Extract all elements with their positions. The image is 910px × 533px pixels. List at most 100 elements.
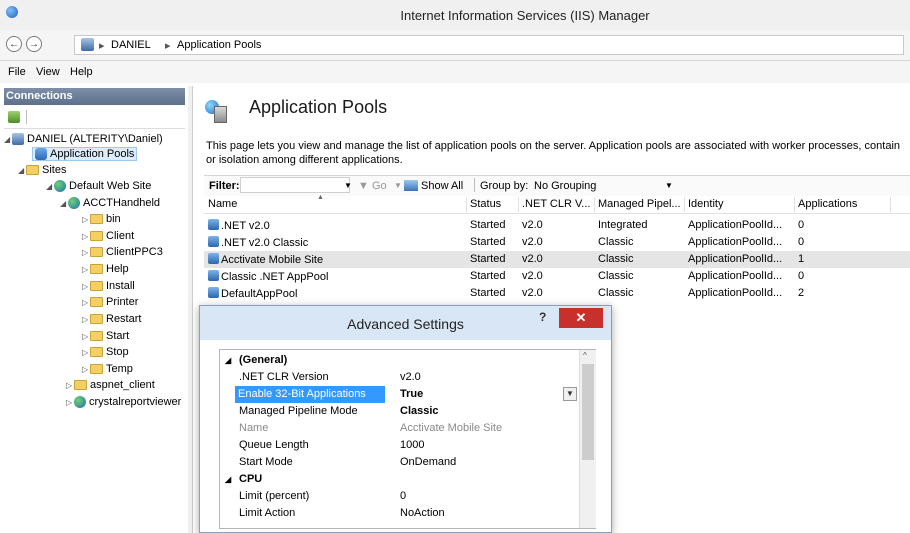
tree-item-folder[interactable]: ▷ aspnet_client (66, 379, 155, 391)
column-header-applications[interactable]: Applications (798, 198, 857, 210)
collapse-icon[interactable]: ◢ (46, 182, 54, 191)
go-dropdown-icon[interactable]: ▼ (394, 181, 402, 190)
property-grid: ◢ (General) .NET CLR Version v2.0 Enable… (219, 349, 596, 529)
expand-icon[interactable]: ▷ (82, 248, 90, 257)
property-row[interactable]: Limit (percent) 0 (220, 488, 580, 505)
menu-file[interactable]: File (8, 66, 26, 78)
tree-item-folder[interactable]: ▷ bin (82, 213, 121, 225)
tree-item-folder[interactable]: ▷ Help (82, 263, 129, 275)
page-description: This page lets you view and manage the l… (206, 140, 901, 166)
table-row[interactable]: DefaultAppPool Started v2.0 Classic Appl… (204, 285, 910, 302)
table-row[interactable]: Classic .NET AppPool Started v2.0 Classi… (204, 268, 910, 285)
expand-icon[interactable]: ▷ (82, 348, 90, 357)
window-title: Internet Information Services (IIS) Mana… (400, 8, 650, 23)
tree-item-server[interactable]: ◢ DANIEL (ALTERITY\Daniel) (4, 133, 163, 146)
collapse-icon[interactable]: ◢ (60, 199, 68, 208)
tree-item-sites[interactable]: ◢ Sites (18, 164, 66, 176)
dialog-title: Advanced Settings (347, 316, 464, 332)
tree-item-accthandheld[interactable]: ◢ ACCTHandheld (60, 197, 160, 210)
expand-icon[interactable]: ▷ (82, 215, 90, 224)
show-all-button[interactable]: Show All (421, 180, 463, 192)
collapse-icon[interactable]: ◢ (225, 356, 231, 365)
property-value-select[interactable]: True (400, 388, 423, 400)
close-button[interactable]: ✕ (559, 308, 603, 328)
globe-icon (54, 180, 66, 193)
scroll-up-icon[interactable]: ^ (583, 351, 587, 360)
expand-icon[interactable]: ▷ (82, 298, 90, 307)
tree-item-folder[interactable]: ▷ Restart (82, 313, 141, 325)
menu-help[interactable]: Help (70, 66, 93, 78)
expand-icon[interactable]: ▷ (82, 282, 90, 291)
connections-header: Connections (4, 88, 185, 105)
connect-icon[interactable] (8, 111, 20, 123)
app-pool-icon (208, 270, 219, 281)
folder-icon (90, 231, 103, 242)
collapse-icon[interactable]: ◢ (225, 475, 231, 484)
panel-splitter[interactable] (188, 86, 193, 533)
property-row[interactable]: Managed Pipeline Mode Classic (220, 403, 580, 420)
column-header-identity[interactable]: Identity (688, 198, 723, 210)
tree-item-folder[interactable]: ▷ Client (82, 230, 134, 242)
tree-item-crystalreportviewer[interactable]: ▷ crystalreportviewer (66, 396, 181, 409)
expand-icon[interactable]: ▷ (66, 381, 74, 390)
filter-dropdown-icon[interactable]: ▼ (344, 181, 352, 190)
breadcrumb-app-pools[interactable]: Application Pools (177, 39, 261, 51)
property-category[interactable]: ◢ (General) (220, 352, 580, 369)
expand-icon[interactable]: ▷ (82, 365, 90, 374)
expand-icon[interactable]: ▷ (66, 398, 74, 407)
property-row[interactable]: Start Mode OnDemand (220, 454, 580, 471)
expand-icon[interactable]: ▷ (82, 315, 90, 324)
tree-item-folder[interactable]: ▷ Start (82, 330, 129, 342)
tree-item-application-pools[interactable]: Application Pools (32, 147, 138, 162)
column-header-clr[interactable]: .NET CLR V... (522, 198, 590, 210)
tree-item-folder[interactable]: ▷ ClientPPC3 (82, 246, 163, 258)
property-row[interactable]: Limit Action NoAction (220, 505, 580, 522)
forward-button[interactable]: → (26, 36, 42, 52)
scrollbar-thumb[interactable] (582, 364, 594, 460)
property-row[interactable]: .NET CLR Version v2.0 (220, 369, 580, 386)
group-by-label: Group by: (480, 180, 529, 192)
address-field[interactable]: ▸ DANIEL ▸ Application Pools (74, 35, 904, 55)
app-pools-icon (205, 100, 229, 124)
menu-view[interactable]: View (36, 66, 60, 78)
tree-item-folder[interactable]: ▷ Printer (82, 296, 138, 308)
expand-icon[interactable]: ▷ (82, 232, 90, 241)
tree-item-folder[interactable]: ▷ Stop (82, 346, 129, 358)
property-scrollbar[interactable]: ^ (579, 350, 596, 528)
column-header-pipeline[interactable]: Managed Pipel... (598, 198, 681, 210)
folder-icon (90, 264, 103, 275)
tree-item-folder[interactable]: ▷ Temp (82, 363, 133, 375)
chevron-down-icon[interactable]: ▼ (563, 387, 577, 401)
folder-icon (74, 380, 87, 391)
table-row[interactable]: .NET v2.0 Started v2.0 Integrated Applic… (204, 217, 910, 234)
group-by-select[interactable]: No Grouping (534, 180, 596, 192)
property-row[interactable]: Queue Length 1000 (220, 437, 580, 454)
expand-icon[interactable]: ▷ (82, 332, 90, 341)
menu-bar: File View Help (0, 61, 910, 83)
column-header-name[interactable]: Name (208, 198, 237, 210)
column-header-status[interactable]: Status (470, 198, 501, 210)
filter-go-icon: ▼ (358, 180, 369, 192)
property-row-selected[interactable]: Enable 32-Bit Applications True ▼ (220, 386, 580, 403)
collapse-icon[interactable]: ◢ (18, 166, 26, 175)
help-button[interactable]: ? (539, 310, 546, 324)
folder-icon (90, 247, 103, 258)
breadcrumb-server[interactable]: DANIEL (111, 39, 151, 51)
server-icon (81, 38, 94, 51)
table-row-selected[interactable]: Acctivate Mobile Site Started v2.0 Class… (204, 251, 910, 268)
collapse-icon[interactable]: ◢ (4, 135, 12, 144)
go-button[interactable]: Go (372, 180, 387, 192)
dialog-title-bar[interactable]: Advanced Settings ? ✕ (200, 306, 611, 340)
show-all-icon (404, 180, 418, 191)
tree-item-default-web-site[interactable]: ◢ Default Web Site (46, 180, 151, 193)
back-button[interactable]: ← (6, 36, 22, 52)
folder-icon (90, 364, 103, 375)
chevron-down-icon[interactable]: ▼ (665, 181, 673, 190)
expand-icon[interactable]: ▷ (82, 265, 90, 274)
table-row[interactable]: .NET v2.0 Classic Started v2.0 Classic A… (204, 234, 910, 251)
filter-input[interactable] (240, 177, 350, 193)
toolbar-divider (474, 178, 475, 192)
folder-icon (90, 331, 103, 342)
property-category[interactable]: ◢ CPU (220, 471, 580, 488)
tree-item-folder[interactable]: ▷ Install (82, 280, 135, 292)
